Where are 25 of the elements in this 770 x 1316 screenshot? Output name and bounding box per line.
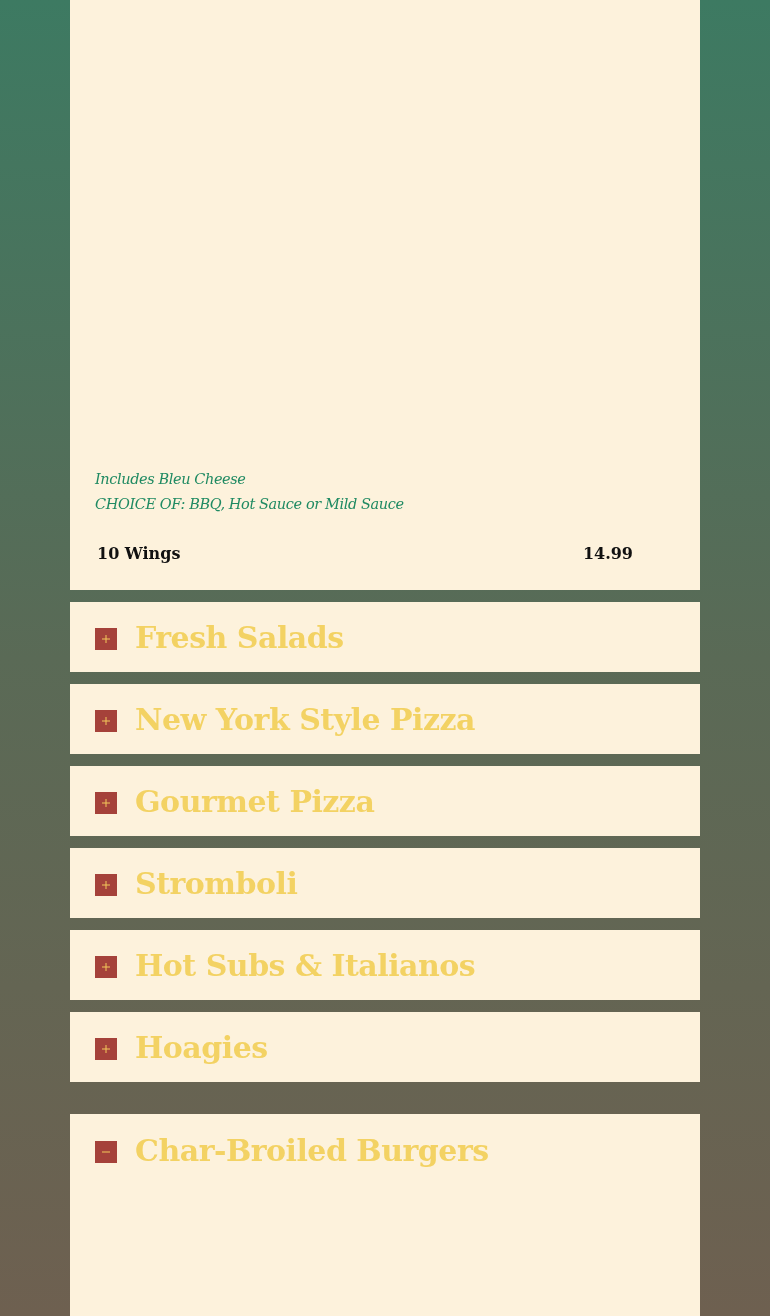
item-price: 14.99 [582, 544, 633, 563]
section-title[interactable]: Hot Subs & Italianos [135, 947, 476, 983]
section-title[interactable]: Fresh Salads [135, 619, 344, 655]
accordion-section[interactable]: Char-Broiled Burgers [70, 1114, 700, 1316]
section-title[interactable]: Stromboli [135, 865, 298, 901]
minus-icon[interactable] [95, 1141, 117, 1163]
plus-icon[interactable] [95, 874, 117, 896]
accordion-section[interactable]: Gourmet Pizza [70, 766, 700, 836]
accordion-section[interactable]: Hoagies [70, 1012, 700, 1082]
accordion-section[interactable]: Hot Subs & Italianos [70, 930, 700, 1000]
item-name: 10 Wings [97, 544, 181, 563]
menu-note: Includes Bleu Cheese [95, 470, 247, 489]
accordion-section[interactable]: Stromboli [70, 848, 700, 918]
section-title[interactable]: Char-Broiled Burgers [135, 1132, 489, 1168]
accordion-section[interactable]: Fresh Salads [70, 602, 700, 672]
plus-icon[interactable] [95, 1038, 117, 1060]
accordion-section[interactable]: New York Style Pizza [70, 684, 700, 754]
menu-note: CHOICE OF: BBQ, Hot Sauce or Mild Sauce [95, 495, 405, 514]
plus-icon[interactable] [95, 628, 117, 650]
section-title[interactable]: Hoagies [135, 1029, 268, 1065]
plus-icon[interactable] [95, 956, 117, 978]
section-title[interactable]: New York Style Pizza [135, 701, 475, 737]
plus-icon[interactable] [95, 792, 117, 814]
section-title[interactable]: Gourmet Pizza [135, 783, 375, 819]
plus-icon[interactable] [95, 710, 117, 732]
